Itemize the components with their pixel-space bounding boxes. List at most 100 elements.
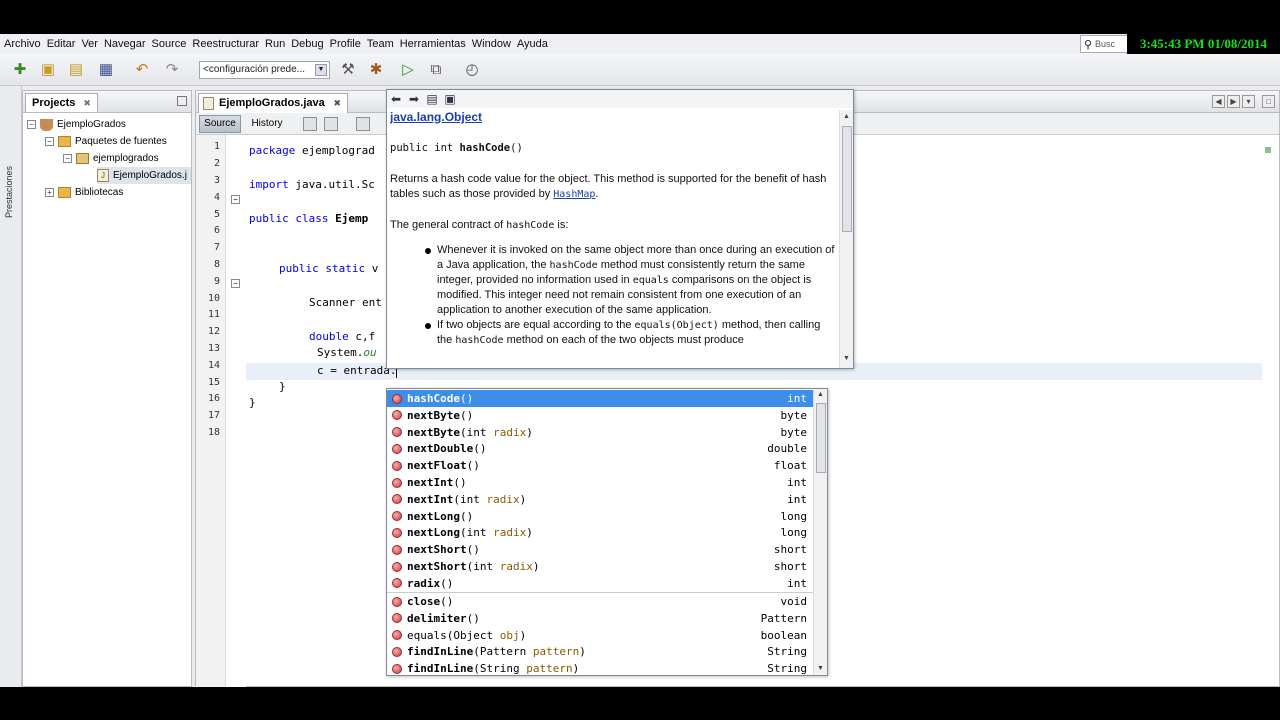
line-number: 2 <box>213 158 220 169</box>
profile-icon[interactable]: ◴ <box>462 60 482 80</box>
scroll-left-icon[interactable]: ◀ <box>1212 95 1225 108</box>
completion-item[interactable]: radix() int <box>387 575 813 592</box>
completion-item[interactable]: hashCode() int <box>387 390 813 407</box>
undo-icon[interactable]: ↶ <box>132 60 152 80</box>
close-icon[interactable]: ✖ <box>333 94 341 112</box>
menu-run[interactable]: Run <box>262 38 288 50</box>
completion-signature: nextShort(int radix) <box>407 560 540 573</box>
method-icon <box>392 613 402 624</box>
completion-item[interactable]: nextShort(int radix) short <box>387 558 813 575</box>
close-icon[interactable]: ✖ <box>83 98 91 108</box>
netbeans-ide-window: Archivo Editar Ver Navegar Source Reestr… <box>0 34 1280 688</box>
configuration-select[interactable]: <configuración prede... ▼ <box>199 61 330 79</box>
video-letterbox-bottom <box>0 687 1280 720</box>
tree-item-project[interactable]: − EjemploGrados <box>27 116 126 133</box>
open-project-icon[interactable]: ▤ <box>66 60 86 80</box>
completion-signature: nextByte(int radix) <box>407 425 533 439</box>
video-letterbox-top <box>0 0 1280 34</box>
tree-item-package[interactable]: − ejemplogrados <box>63 150 159 167</box>
menu-team[interactable]: Team <box>364 38 397 50</box>
clock-overlay: 3:45:43 PM 01/08/2014 <box>1127 34 1280 54</box>
completion-item[interactable]: nextInt(int radix) int <box>387 491 813 508</box>
completion-item[interactable]: nextLong() long <box>387 508 813 525</box>
completion-signature: nextDouble() <box>407 442 487 456</box>
tab-projects[interactable]: Projects ✖ <box>25 93 98 112</box>
tree-item-libraries[interactable]: + Bibliotecas <box>45 184 123 201</box>
open-source-icon[interactable]: ▤ <box>425 92 439 106</box>
menu-ayuda[interactable]: Ayuda <box>514 38 551 50</box>
quick-search-input[interactable]: ⚲ Busc <box>1080 35 1128 53</box>
history-button[interactable]: History <box>245 115 289 133</box>
run-icon[interactable]: ▷ <box>398 60 418 80</box>
javadoc-class-link[interactable]: java.lang.Object <box>390 110 838 125</box>
menu-ver[interactable]: Ver <box>78 38 101 50</box>
code-line-11: Scanner ent <box>309 296 382 309</box>
collapse-icon[interactable]: − <box>27 120 36 129</box>
new-file-icon[interactable]: ✚ <box>10 60 30 80</box>
menu-source[interactable]: Source <box>149 38 190 50</box>
completion-item[interactable]: nextInt() int <box>387 474 813 491</box>
save-all-icon[interactable]: ▦ <box>96 60 116 80</box>
code-line-16: } <box>279 380 286 393</box>
menu-debug[interactable]: Debug <box>288 38 326 50</box>
completion-scrollbar[interactable]: ▲ ▼ <box>813 389 827 675</box>
method-icon <box>392 494 402 505</box>
line-number: 14 <box>207 360 220 371</box>
completion-return-type: int <box>787 476 807 489</box>
expand-icon[interactable]: + <box>45 188 54 197</box>
completion-item[interactable]: equals(Object obj) boolean <box>387 627 813 644</box>
fold-icon[interactable]: − <box>231 195 240 204</box>
error-stripe-marker[interactable] <box>1265 147 1271 153</box>
menu-profile[interactable]: Profile <box>327 38 364 50</box>
last-edit-icon[interactable] <box>303 117 317 131</box>
completion-item[interactable]: close() void <box>387 593 813 610</box>
completion-item[interactable]: nextDouble() double <box>387 440 813 457</box>
completion-return-type: String <box>767 662 807 676</box>
minimize-icon[interactable] <box>177 96 187 106</box>
completion-item[interactable]: delimiter() Pattern <box>387 610 813 627</box>
back-arrow-icon[interactable]: ⬅ <box>389 92 403 106</box>
back-icon[interactable] <box>324 117 338 131</box>
scrollbar-thumb[interactable] <box>816 403 826 473</box>
tree-label-sources: Paquetes de fuentes <box>75 136 167 147</box>
completion-return-type: short <box>773 543 807 557</box>
collapse-icon[interactable]: − <box>45 137 54 146</box>
scrollbar-thumb[interactable] <box>842 126 852 232</box>
forward-arrow-icon[interactable]: ➡ <box>407 92 421 106</box>
fold-icon[interactable]: − <box>231 279 240 288</box>
tab-list-icon[interactable]: ▾ <box>1242 95 1255 108</box>
new-project-icon[interactable]: ▣ <box>38 60 58 80</box>
completion-item[interactable]: nextByte(int radix) byte <box>387 424 813 441</box>
menu-archivo[interactable]: Archivo <box>0 38 44 50</box>
menu-editar[interactable]: Editar <box>44 38 79 50</box>
javadoc-scrollbar[interactable]: ▲ ▼ <box>839 110 853 368</box>
debug-icon[interactable]: ⧉ <box>426 60 446 80</box>
collapse-icon[interactable]: − <box>63 154 72 163</box>
menu-reestructurar[interactable]: Reestructurar <box>189 38 262 50</box>
clean-build-icon[interactable]: ✱ <box>366 60 386 80</box>
build-hammer-icon[interactable]: ⚒ <box>338 60 358 80</box>
maximize-icon[interactable]: □ <box>1262 95 1275 108</box>
forward-icon[interactable] <box>356 117 370 131</box>
menu-window[interactable]: Window <box>469 38 514 50</box>
completion-item[interactable]: nextByte() byte <box>387 407 813 424</box>
menu-navegar[interactable]: Navegar <box>101 38 149 50</box>
redo-icon[interactable]: ↷ <box>162 60 182 80</box>
completion-return-type: boolean <box>760 628 807 642</box>
source-button[interactable]: Source <box>199 115 241 133</box>
completion-item[interactable]: findInLine(String pattern) String <box>387 660 813 676</box>
hashmap-link[interactable]: HashMap <box>553 189 595 200</box>
tree-item-file[interactable]: J EjemploGrados.j <box>97 167 191 184</box>
browser-icon[interactable]: ▣ <box>443 92 457 106</box>
tab-ejemplogrados-java[interactable]: EjemploGrados.java ✖ <box>198 93 348 113</box>
completion-item[interactable]: nextShort() short <box>387 541 813 558</box>
menu-herramientas[interactable]: Herramientas <box>397 38 469 50</box>
completion-item[interactable]: nextLong(int radix) long <box>387 524 813 541</box>
completion-item[interactable]: findInLine(Pattern pattern) String <box>387 643 813 660</box>
fold-column: − − <box>226 135 246 688</box>
tree-item-sources[interactable]: − Paquetes de fuentes <box>45 133 167 150</box>
scroll-right-icon[interactable]: ▶ <box>1227 95 1240 108</box>
services-strip-label[interactable]: Prestaciones <box>4 166 14 218</box>
completion-item[interactable]: nextFloat() float <box>387 457 813 474</box>
line-number: 17 <box>207 410 220 421</box>
